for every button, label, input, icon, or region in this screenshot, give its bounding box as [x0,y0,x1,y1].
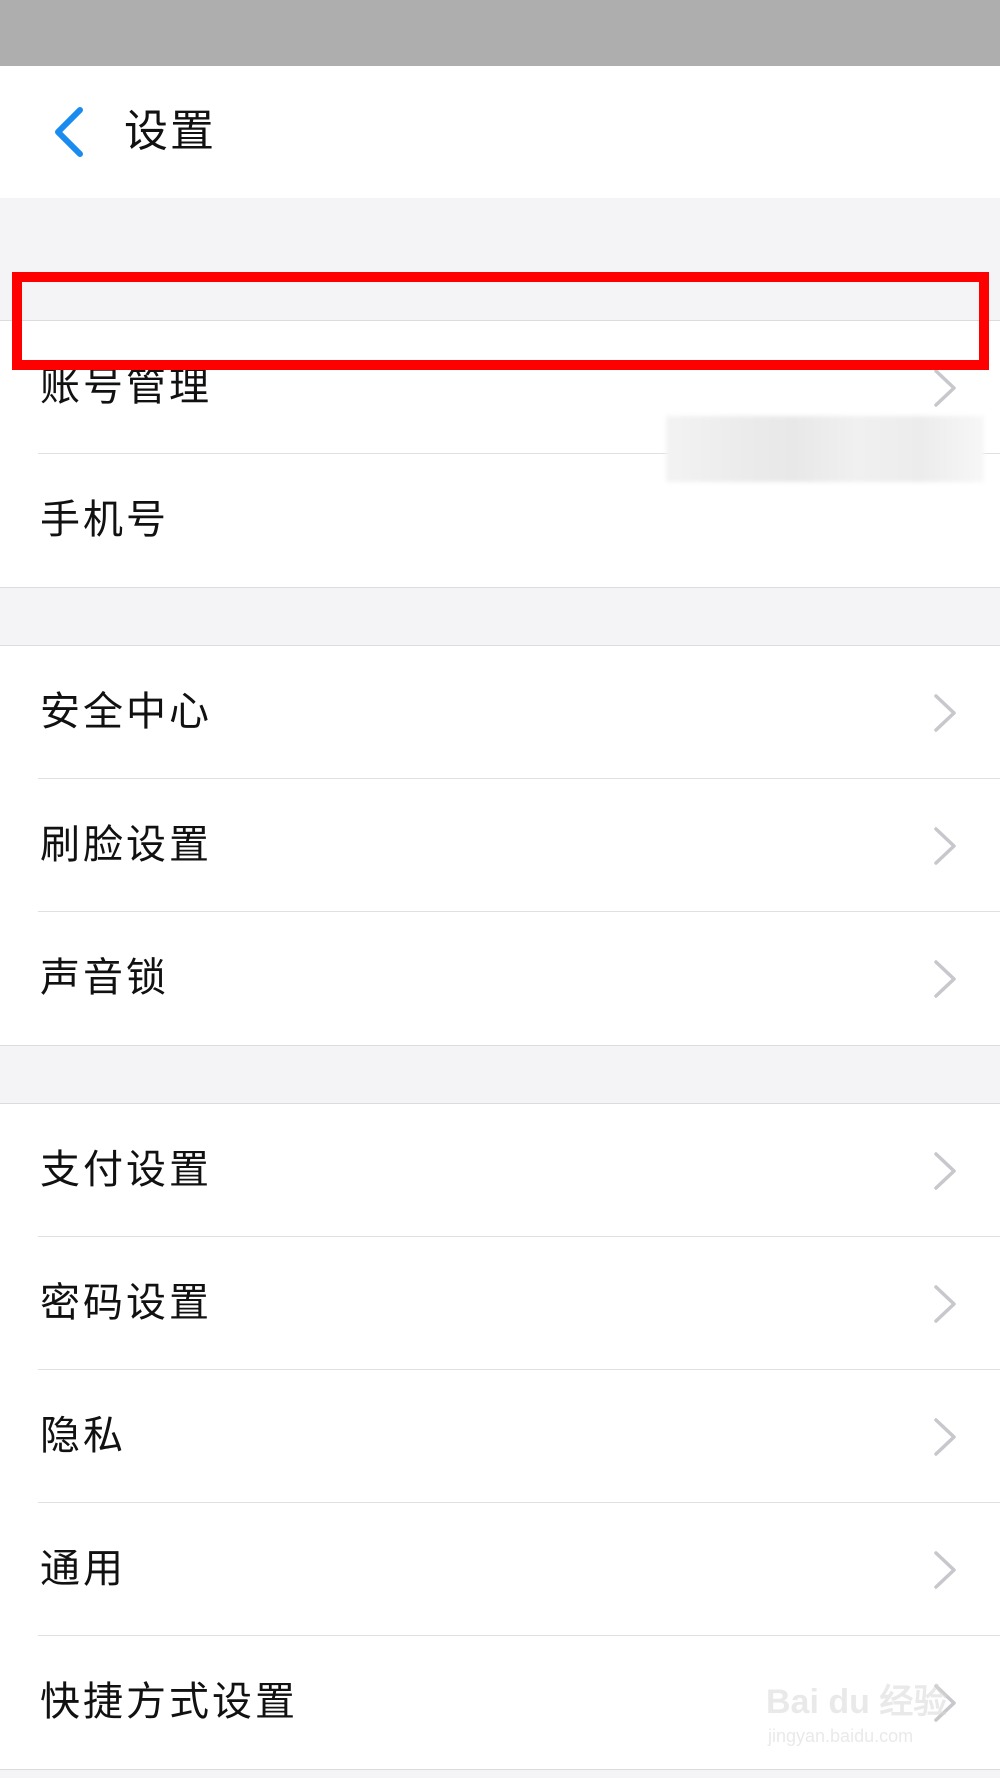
chevron-right-icon [934,960,956,998]
chevron-right-icon [934,1684,956,1722]
settings-item-label: 手机号 [40,497,169,543]
settings-item-label: 声音锁 [40,955,169,1001]
back-button[interactable] [28,92,108,172]
settings-item-label: 刷脸设置 [40,822,212,868]
settings-item-label: 密码设置 [40,1280,212,1326]
chevron-right-icon [934,369,956,407]
chevron-right-icon [934,1285,956,1323]
page-title: 设置 [124,106,216,157]
settings-item-privacy[interactable]: 隐私 [0,1370,1000,1503]
settings-group-security: 安全中心 刷脸设置 声音锁 [0,646,1000,1046]
section-spacer [0,1770,1000,1778]
section-spacer [0,588,1000,646]
settings-item-label: 安全中心 [40,689,212,735]
settings-item-face-recognition[interactable]: 刷脸设置 [0,779,1000,912]
settings-item-shortcuts[interactable]: 快捷方式设置 [0,1636,1000,1769]
navigation-bar: 设置 [0,66,1000,198]
chevron-right-icon [934,1152,956,1190]
chevron-right-icon [934,1551,956,1589]
settings-item-security-center[interactable]: 安全中心 [0,646,1000,779]
settings-group-general: 支付设置 密码设置 隐私 通用 快捷方式设置 [0,1104,1000,1770]
settings-item-label: 支付设置 [40,1147,212,1193]
settings-item-label: 快捷方式设置 [40,1679,298,1725]
settings-item-payment[interactable]: 支付设置 [0,1104,1000,1237]
settings-item-label: 通用 [40,1546,126,1592]
settings-item-label: 隐私 [40,1413,126,1459]
section-spacer [0,198,1000,321]
chevron-left-icon [55,107,83,157]
section-spacer [0,1046,1000,1104]
chevron-right-icon [934,827,956,865]
settings-item-voice-lock[interactable]: 声音锁 [0,912,1000,1045]
chevron-right-icon [934,694,956,732]
settings-item-general[interactable]: 通用 [0,1503,1000,1636]
phone-number-value-blurred [666,416,984,482]
settings-item-password[interactable]: 密码设置 [0,1237,1000,1370]
chevron-right-icon [934,1418,956,1456]
status-bar [0,0,1000,66]
settings-item-label: 账号管理 [40,364,212,410]
